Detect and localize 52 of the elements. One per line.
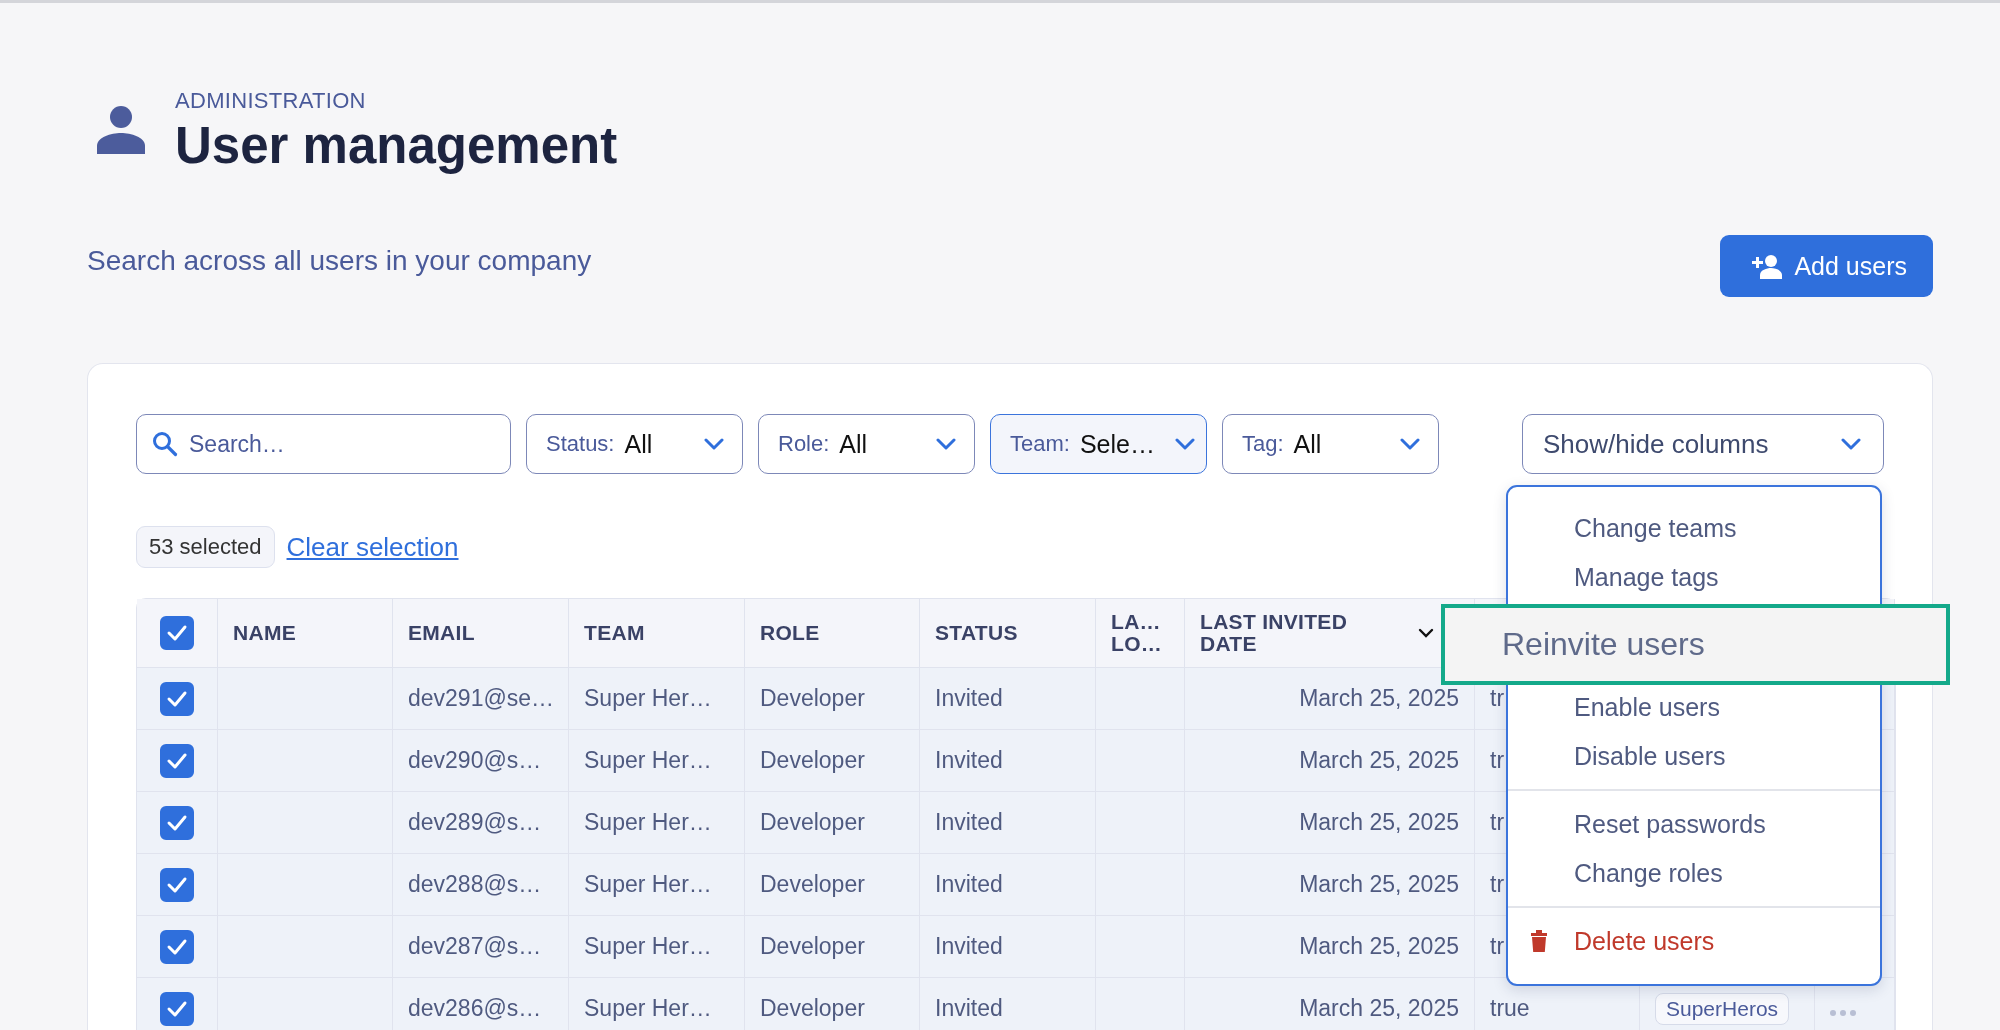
table-cell: Invited xyxy=(920,792,1096,854)
page-subtitle: Search across all users in your company xyxy=(87,244,592,277)
table-cell: Super Her… xyxy=(569,916,745,978)
filter-dropdown[interactable]: Tag: All xyxy=(1222,414,1439,474)
filter-dropdown[interactable]: Team: Sele… xyxy=(990,414,1207,474)
column-header[interactable]: NAME xyxy=(218,599,393,668)
table-cell: Super Her… xyxy=(569,792,745,854)
column-header[interactable]: EMAIL xyxy=(393,599,569,668)
column-header[interactable]: ROLE xyxy=(745,599,920,668)
selected-count-badge: 53 selected xyxy=(136,526,275,568)
filter-dropdown[interactable]: Status: All xyxy=(526,414,743,474)
table-cell: dev286@s… xyxy=(393,978,569,1030)
filter-dropdown[interactable]: Role: All xyxy=(758,414,975,474)
table-cell: Developer xyxy=(745,916,920,978)
table-cell: Developer xyxy=(745,854,920,916)
table-cell: Developer xyxy=(745,978,920,1030)
table-cell: dev289@s… xyxy=(393,792,569,854)
menu-item[interactable]: Reinvite users xyxy=(1441,604,1950,685)
add-users-button[interactable]: Add users xyxy=(1720,235,1933,297)
table-cell: March 25, 2025 xyxy=(1185,854,1475,916)
menu-item[interactable]: Manage tags xyxy=(1508,555,1880,599)
table-cell: Invited xyxy=(920,854,1096,916)
tag-chip: SuperHeros xyxy=(1655,992,1790,1025)
table-cell: dev290@s… xyxy=(393,730,569,792)
table-cell: Invited xyxy=(920,916,1096,978)
table-cell: Invited xyxy=(920,668,1096,730)
table-cell: Super Her… xyxy=(569,668,745,730)
table-cell: March 25, 2025 xyxy=(1185,978,1475,1030)
table-cell: Super Her… xyxy=(569,730,745,792)
section-label: ADMINISTRATION xyxy=(175,88,367,114)
show-hide-columns-dropdown[interactable]: Show/hide columns xyxy=(1522,414,1884,474)
search-field[interactable]: Search… xyxy=(136,414,511,474)
table-cell: Developer xyxy=(745,792,920,854)
table-cell: March 25, 2025 xyxy=(1185,730,1475,792)
table-cell: March 25, 2025 xyxy=(1185,668,1475,730)
table-cell: Invited xyxy=(920,730,1096,792)
page-title: User management xyxy=(175,116,618,175)
table-cell: March 25, 2025 xyxy=(1185,916,1475,978)
table-cell: Invited xyxy=(920,978,1096,1030)
table-cell: Developer xyxy=(745,730,920,792)
table-cell: Super Her… xyxy=(569,854,745,916)
table-cell: dev288@s… xyxy=(393,854,569,916)
clear-selection-link[interactable]: Clear selection xyxy=(286,531,459,563)
column-header[interactable]: TEAM xyxy=(569,599,745,668)
table-cell: Developer xyxy=(745,668,920,730)
table-cell: dev291@se… xyxy=(393,668,569,730)
column-header[interactable]: STATUS xyxy=(920,599,1096,668)
column-header[interactable]: LA… LO… xyxy=(1096,599,1185,668)
table-cell: March 25, 2025 xyxy=(1185,792,1475,854)
menu-item[interactable]: Change teams xyxy=(1508,506,1880,550)
table-cell: Super Her… xyxy=(569,978,745,1030)
table-cell: dev287@s… xyxy=(393,916,569,978)
